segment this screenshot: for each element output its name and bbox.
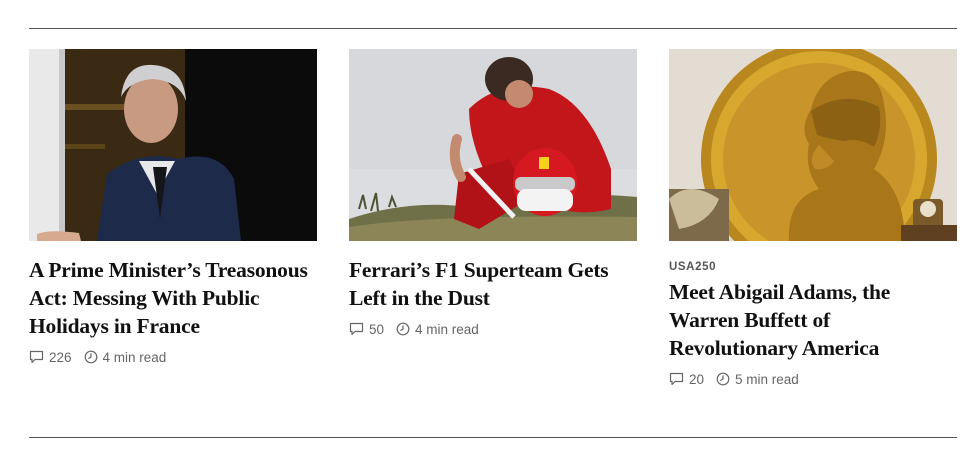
comment-count: 226 xyxy=(49,349,72,365)
article-headline-3[interactable]: Meet Abigail Adams, the Warren Buffett o… xyxy=(669,278,957,362)
article-image-2[interactable] xyxy=(349,49,637,241)
bottom-divider xyxy=(29,437,957,438)
article-meta-3: 20 5 min read xyxy=(669,371,957,387)
read-time-label: 4 min read xyxy=(415,321,479,337)
read-time-label: 5 min read xyxy=(735,371,799,387)
clock-icon xyxy=(396,322,410,336)
article-headline-1[interactable]: A Prime Minister’s Treasonous Act: Messi… xyxy=(29,256,317,340)
article-card-2: Ferrari’s F1 Superteam Gets Left in the … xyxy=(349,49,637,337)
read-time-2: 4 min read xyxy=(396,322,479,337)
comment-icon xyxy=(349,322,364,336)
article-meta-2: 50 4 min read xyxy=(349,321,637,337)
read-time-3: 5 min read xyxy=(716,372,799,387)
article-kicker[interactable]: USA250 xyxy=(669,260,957,274)
article-card-1: A Prime Minister’s Treasonous Act: Messi… xyxy=(29,49,317,365)
comment-icon xyxy=(669,372,684,386)
gold-coin-illustration xyxy=(669,49,957,241)
comment-count: 20 xyxy=(689,371,705,387)
clock-icon xyxy=(716,372,730,386)
article-image-1[interactable] xyxy=(29,49,317,241)
article-image-3[interactable] xyxy=(669,49,957,241)
article-meta-1: 226 4 min read xyxy=(29,349,317,365)
read-time-1: 4 min read xyxy=(84,349,167,365)
comments-link-3[interactable]: 20 xyxy=(669,372,704,387)
article-card-3: USA250 Meet Abigail Adams, the Warren Bu… xyxy=(669,49,957,387)
clock-icon xyxy=(84,350,97,364)
read-time-label: 4 min read xyxy=(102,349,167,365)
article-headline-2[interactable]: Ferrari’s F1 Superteam Gets Left in the … xyxy=(349,256,637,312)
race-driver-photo xyxy=(349,49,637,241)
portrait-photo xyxy=(29,49,317,241)
top-divider xyxy=(29,28,957,29)
comment-count: 50 xyxy=(369,321,385,337)
comments-link-1[interactable]: 226 xyxy=(29,350,72,365)
comments-link-2[interactable]: 50 xyxy=(349,322,384,337)
comment-icon xyxy=(29,350,44,364)
